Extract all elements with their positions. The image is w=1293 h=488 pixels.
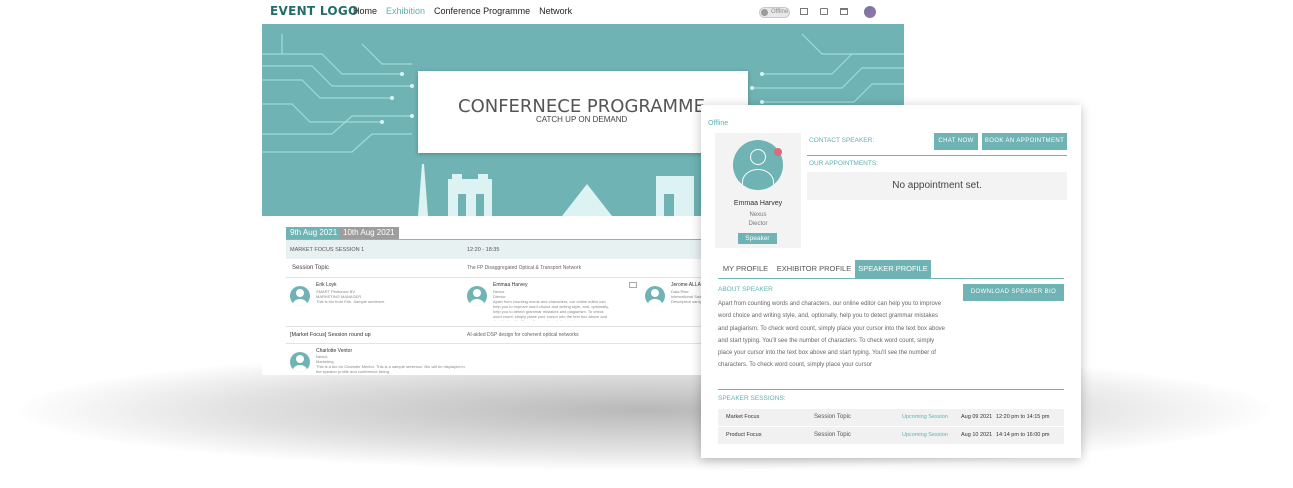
about-speaker-label: ABOUT SPEAKER xyxy=(718,286,773,293)
profile-company: Nexus xyxy=(749,212,767,218)
session-1-header[interactable]: MARKET FOCUS SESSION 1 12:20 - 18:35 xyxy=(286,239,726,259)
online-status-toggle[interactable]: Offline xyxy=(759,7,790,18)
user-avatar-icon[interactable] xyxy=(864,6,876,18)
calendar-icon[interactable] xyxy=(840,8,848,15)
nav-conference-programme[interactable]: Conference Programme xyxy=(434,6,530,16)
session-row[interactable]: Product Focus Session Topic Upcoming Ses… xyxy=(718,427,1064,444)
speaker-bio: Apart from counting words and characters… xyxy=(493,299,609,321)
status-text: Offline xyxy=(708,120,729,127)
tab-exhibitor-profile[interactable]: EXHIBITOR PROFILE xyxy=(775,260,853,278)
session-name: Product Focus xyxy=(726,432,762,438)
expand-icon[interactable] xyxy=(629,282,637,288)
book-icon[interactable] xyxy=(800,8,808,15)
session-topic: Session Topic xyxy=(814,414,851,420)
session-time: 14:14 pm to 16:00 pm xyxy=(996,432,1050,438)
divider xyxy=(286,277,726,278)
status-dot xyxy=(774,148,782,156)
tab-my-profile[interactable]: MY PROFILE xyxy=(718,260,773,278)
session-status[interactable]: Upcoming Session xyxy=(902,414,948,420)
avatar-body xyxy=(742,169,774,190)
speaker-sessions-label: SPEAKER SESSIONS: xyxy=(718,395,786,402)
speaker-bio: This is a bio for Charlotte Mentor. This… xyxy=(316,364,465,374)
speaker-avatar[interactable] xyxy=(467,286,487,306)
speaker-bio: This is bio from Erik. Sample sentence. xyxy=(316,299,386,304)
session-topic: The FP Disaggregated Optical & Transport… xyxy=(467,265,582,271)
download-speaker-bio-button[interactable]: DOWNLOAD SPEAKER BIO xyxy=(963,284,1064,301)
session-date: Aug 10 2021 xyxy=(961,432,993,438)
session-time: 12:20 pm to 14:15 pm xyxy=(996,414,1050,420)
session-2-title[interactable]: [Market Focus] Session round up xyxy=(290,332,371,338)
nav-network[interactable]: Network xyxy=(539,6,572,16)
speaker-profile-panel: Offline Emmaa Harvey Nexus Diector Speak… xyxy=(701,105,1081,458)
divider xyxy=(286,326,726,327)
date-tab-9-aug[interactable]: 9th Aug 2021 xyxy=(286,227,342,239)
toggle-knob xyxy=(761,9,768,16)
session-2-topic: AI-aided DSP design for coherent optical… xyxy=(467,332,579,338)
session-1-time: 12:20 - 18:35 xyxy=(467,247,500,253)
session-row[interactable]: Market Focus Session Topic Upcoming Sess… xyxy=(718,409,1064,426)
hero-title-card: CONFERNECE PROGRAMME CATCH UP ON DEMAND xyxy=(418,71,748,153)
chat-now-button[interactable]: CHAT NOW xyxy=(934,133,978,150)
divider xyxy=(718,278,1064,279)
session-1-title: MARKET FOCUS SESSION 1 xyxy=(290,247,365,253)
speaker-badge: Speaker xyxy=(738,233,777,244)
appointments-label: OUR APPOINTMENTS: xyxy=(809,160,878,167)
session-status[interactable]: Upcoming Session xyxy=(902,432,948,438)
book-appointment-button[interactable]: BOOK AN APPOINTMENT xyxy=(982,133,1067,150)
session-name: Market Focus xyxy=(726,414,760,420)
megaphone-icon[interactable] xyxy=(820,8,828,15)
speaker-avatar[interactable] xyxy=(290,286,310,306)
profile-name: Emmaa Harvey xyxy=(733,200,783,207)
nav-home[interactable]: Home xyxy=(353,6,377,16)
event-logo[interactable]: EVENT LOGO xyxy=(270,4,359,18)
divider xyxy=(807,155,1067,156)
nav-exhibition[interactable]: Exhibition xyxy=(386,6,425,16)
divider xyxy=(286,343,726,344)
speaker-bio: Description sample xyxy=(671,299,706,304)
profile-card: Emmaa Harvey Nexus Diector Speaker xyxy=(715,133,801,248)
contact-speaker-label: CONTACT SPEAKER: xyxy=(809,137,875,144)
about-speaker-text: Apart from counting words and characters… xyxy=(718,301,946,369)
date-tab-10-aug[interactable]: 10th Aug 2021 xyxy=(339,227,399,239)
main-nav: Home Exhibition Conference Programme Net… xyxy=(353,6,572,16)
session-date: Aug 09 2021 xyxy=(961,414,993,420)
tab-speaker-profile[interactable]: SPEAKER PROFILE xyxy=(855,260,931,278)
top-navigation-bar: EVENT LOGO Home Exhibition Conference Pr… xyxy=(262,0,904,24)
divider xyxy=(718,389,1064,390)
speaker-avatar[interactable] xyxy=(290,352,310,372)
no-appointment-message: No appointment set. xyxy=(807,172,1067,200)
session-topic: Session Topic xyxy=(814,432,851,438)
toggle-label: Offline xyxy=(771,9,789,15)
hero-subtitle: CATCH UP ON DEMAND xyxy=(536,115,628,124)
profile-role: Diector xyxy=(748,221,768,227)
avatar-head xyxy=(750,149,766,165)
speaker-avatar[interactable] xyxy=(645,286,665,306)
session-topic-label: Session Topic xyxy=(292,265,329,271)
hero-title: CONFERNECE PROGRAMME xyxy=(458,96,705,117)
speaker-name[interactable]: Emmaa Harvey xyxy=(493,282,527,288)
speaker-name[interactable]: Erik Loyk xyxy=(316,282,337,288)
